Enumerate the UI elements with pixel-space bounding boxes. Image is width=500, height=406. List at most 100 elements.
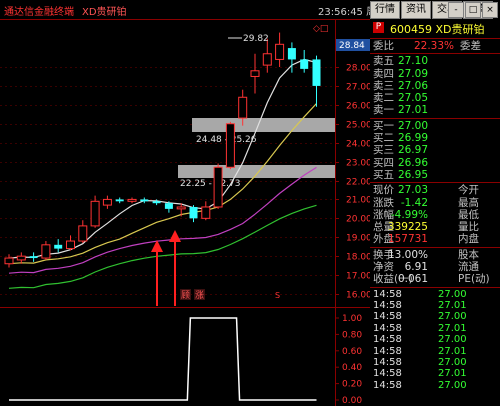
tick-price: 27.00 — [438, 334, 467, 346]
stat-row-label2: 流通 — [458, 261, 479, 274]
price-axis-label: 24.00 — [346, 140, 370, 150]
sell-level-value: 27.10 — [397, 55, 428, 68]
tick-row[interactable]: 14:58 27.00 — [370, 357, 500, 368]
tick-row[interactable]: 14:58 27.00 — [370, 334, 500, 345]
stat-row-value: 13.00% — [387, 248, 428, 261]
sell-level-value: 27.09 — [397, 67, 428, 80]
fundamental-stats: 换手 13.00% 股本 净资 6.91 流通 收益(一) 0.061 PE(动) — [370, 249, 500, 286]
price-axis-label: 20.00 — [346, 215, 370, 225]
buy-level-label: 买五 — [373, 168, 394, 181]
menu-quotes-button[interactable]: 行情 — [370, 1, 400, 19]
sell-level[interactable]: 卖五 27.10 — [370, 55, 500, 67]
sell-level[interactable]: 卖二 27.05 — [370, 92, 500, 104]
quote-row-value: 339225 — [387, 221, 428, 234]
sell-level-label: 卖二 — [373, 92, 394, 105]
ma5-line — [8, 58, 317, 259]
candle — [127, 197, 137, 204]
stat-row[interactable]: 收益(一) 0.061 PE(动) — [370, 273, 500, 285]
price-axis-label: 25.00 — [346, 121, 370, 131]
quote-row[interactable]: 涨跌 -1.42 最高 — [370, 197, 500, 209]
quote-row[interactable]: 涨幅 -4.99% 最低 — [370, 209, 500, 221]
price-axis-label: 23.00 — [346, 159, 370, 169]
tick-row[interactable]: 14:58 27.00 — [370, 311, 500, 322]
close-button[interactable]: × — [482, 2, 498, 18]
sell-level-label: 卖一 — [373, 104, 394, 117]
kline-chart[interactable]: 28.00 27.00 26.00 25.00 24.00 23.00 22.00 21.00… — [0, 0, 370, 406]
buy-level[interactable]: 买四 26.96 — [370, 157, 500, 169]
indicator-axis-label: 0.80 — [342, 330, 362, 340]
indicator-axis-label: 1.00 — [342, 314, 362, 324]
buy-level-value: 27.00 — [397, 119, 428, 132]
quote-row[interactable]: 总量 339225 量比 — [370, 221, 500, 233]
candle — [201, 201, 211, 221]
tick-time: 14:58 — [373, 345, 402, 357]
indicator-axis: 1.00 0.80 0.60 0.40 0.20 0.00 — [335, 314, 362, 406]
minimize-button[interactable]: - — [448, 2, 464, 18]
tick-price: 27.01 — [438, 322, 467, 334]
price-axis: 28.00 27.00 26.00 25.00 24.00 23.00 22.00 21.00… — [335, 64, 370, 301]
p-badge[interactable]: P — [373, 22, 384, 33]
stat-row[interactable]: 净资 6.91 流通 — [370, 261, 500, 273]
buy-level[interactable]: 买三 26.97 — [370, 144, 500, 156]
quote-row-value: 27.03 — [397, 184, 428, 197]
tick-price: 27.01 — [438, 345, 467, 357]
tick-price: 27.00 — [438, 311, 467, 323]
sell-orders: 卖五 27.10 卖四 27.09 卖三 27.06 卖二 27.05 卖一 27.01 — [370, 55, 500, 116]
stat-row-value: 0.061 — [397, 273, 428, 286]
indicator-axis-label: 0.00 — [342, 396, 362, 406]
tick-price: 27.01 — [438, 368, 467, 380]
price-axis-label: 22.00 — [346, 178, 370, 188]
candle — [54, 239, 63, 253]
candle — [16, 252, 26, 264]
candle — [275, 32, 285, 67]
sell-level-value: 27.01 — [397, 104, 428, 117]
sell-level[interactable]: 卖三 27.06 — [370, 80, 500, 92]
tick-time: 14:58 — [373, 368, 402, 380]
price-axis-label: 17.00 — [346, 272, 370, 282]
quote-row-label: 现价 — [373, 184, 394, 197]
buy-level-label: 买一 — [373, 119, 394, 132]
stat-row-value: 6.91 — [404, 261, 428, 274]
grid — [0, 67, 335, 295]
quote-row[interactable]: 外盘 157731 内盘 — [370, 233, 500, 245]
stat-row[interactable]: 换手 13.00% 股本 — [370, 249, 500, 261]
candle — [312, 55, 321, 107]
quote-row-label2: 最高 — [458, 196, 479, 209]
sell-level[interactable]: 卖一 27.01 — [370, 104, 500, 116]
quote-row-label2: 内盘 — [458, 233, 479, 246]
sell-level[interactable]: 卖四 27.09 — [370, 68, 500, 80]
quote-row-value: 157731 — [387, 233, 428, 246]
candle — [90, 195, 100, 228]
chart-corner-icon[interactable]: ◇□ — [313, 24, 328, 34]
maximize-button[interactable]: □ — [465, 2, 481, 18]
indicator-axis-label: 0.20 — [342, 380, 362, 390]
buy-arrow-1 — [151, 240, 163, 306]
buy-level[interactable]: 买一 27.00 — [370, 120, 500, 132]
weicha-label: 委差 — [460, 40, 481, 52]
candle — [225, 121, 235, 170]
tick-row[interactable]: 14:58 27.01 — [370, 300, 500, 311]
tick-row[interactable]: 14:58 27.01 — [370, 368, 500, 379]
tick-row[interactable]: 14:58 27.00 — [370, 289, 500, 300]
buy-orders: 买一 27.00 买二 26.99 买三 26.97 买四 26.96 买五 26.95 — [370, 120, 500, 181]
tick-time: 14:58 — [373, 322, 402, 334]
stock-header: P 600459 XD贵研铂 — [370, 19, 500, 37]
candle — [78, 220, 88, 243]
resistance-zone — [192, 118, 335, 132]
tick-row[interactable]: 14:58 27.00 — [370, 380, 500, 391]
marker-gu: 顾 — [181, 290, 190, 301]
buy-level[interactable]: 买二 26.99 — [370, 132, 500, 144]
tick-row[interactable]: 14:58 27.01 — [370, 346, 500, 357]
window-controls: - □ × — [447, 2, 498, 18]
stat-row-label2: PE(动) — [458, 273, 490, 286]
tick-list: 14:58 27.00 14:58 27.01 14:58 27.00 14:58 27.01… — [370, 289, 500, 392]
buy-level[interactable]: 买五 26.95 — [370, 169, 500, 181]
menu-news-button[interactable]: 资讯 — [401, 1, 431, 19]
buy-level-value: 26.97 — [397, 144, 428, 157]
weibi-label: 委比 — [373, 40, 394, 52]
tick-time: 14:58 — [373, 356, 402, 368]
marker-zhang: 涨 — [195, 290, 204, 301]
quote-row[interactable]: 现价 27.03 今开 — [370, 184, 500, 196]
candle — [102, 195, 112, 209]
tick-row[interactable]: 14:58 27.01 — [370, 323, 500, 334]
